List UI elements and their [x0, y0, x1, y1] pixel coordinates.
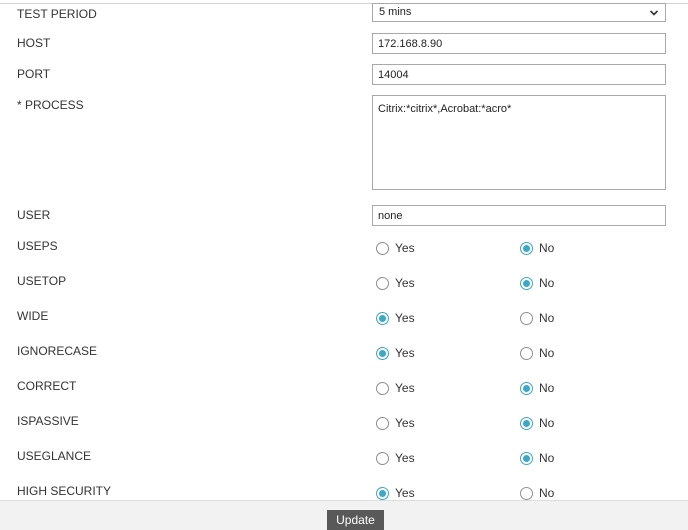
wide-yes-radio[interactable]: Yes — [376, 311, 415, 325]
radio-circle-icon[interactable] — [520, 241, 533, 255]
radio-option-label: No — [539, 486, 555, 500]
high-security-yes-radio[interactable]: Yes — [376, 486, 415, 500]
radio-circle-icon[interactable] — [520, 346, 533, 360]
radio-option-label: Yes — [395, 451, 415, 465]
correct-no-radio[interactable]: No — [520, 381, 554, 395]
radio-circle-icon[interactable] — [520, 416, 533, 430]
test-period-select[interactable]: 5 mins — [372, 3, 666, 22]
wide-label: WIDE — [17, 309, 49, 323]
useglance-label: USEGLANCE — [17, 449, 92, 463]
radio-circle-icon[interactable] — [376, 241, 389, 255]
radio-option-label: Yes — [395, 346, 415, 360]
radio-option-label: No — [539, 381, 555, 395]
ispassive-label: ISPASSIVE — [17, 414, 79, 428]
radio-circle-icon[interactable] — [376, 416, 389, 430]
wide-no-radio[interactable]: No — [520, 311, 554, 325]
host-input[interactable] — [372, 33, 666, 54]
radio-option-label: No — [539, 416, 555, 430]
update-button[interactable]: Update — [327, 510, 384, 530]
useglance-yes-radio[interactable]: Yes — [376, 451, 415, 465]
radio-option-label: Yes — [395, 416, 415, 430]
radio-circle-icon[interactable] — [376, 276, 389, 290]
useglance-no-radio[interactable]: No — [520, 451, 554, 465]
radio-circle-icon[interactable] — [376, 451, 389, 465]
correct-yes-radio[interactable]: Yes — [376, 381, 415, 395]
radio-circle-icon[interactable] — [520, 276, 533, 290]
port-label: PORT — [17, 67, 51, 81]
process-textarea[interactable]: Citrix:*citrix*,Acrobat:*acro* — [372, 95, 666, 190]
ignorecase-label: IGNORECASE — [17, 344, 98, 358]
radio-option-label: Yes — [395, 276, 415, 290]
port-input[interactable] — [372, 64, 666, 85]
correct-label: CORRECT — [17, 379, 77, 393]
radio-option-label: Yes — [395, 311, 415, 325]
high-security-label: HIGH SECURITY — [17, 484, 112, 498]
usetop-yes-radio[interactable]: Yes — [376, 276, 415, 290]
test-period-label: TEST PERIOD — [17, 7, 97, 21]
ispassive-no-radio[interactable]: No — [520, 416, 554, 430]
radio-circle-icon[interactable] — [520, 451, 533, 465]
radio-circle-icon[interactable] — [376, 311, 389, 325]
test-period-value: 5 mins — [379, 6, 412, 18]
user-input[interactable] — [372, 205, 666, 226]
host-label: HOST — [17, 36, 51, 50]
usetop-label: USETOP — [17, 274, 67, 288]
radio-option-label: Yes — [395, 486, 415, 500]
useps-no-radio[interactable]: No — [520, 241, 554, 255]
useps-yes-radio[interactable]: Yes — [376, 241, 415, 255]
radio-circle-icon[interactable] — [376, 486, 389, 500]
radio-option-label: No — [539, 346, 555, 360]
radio-circle-icon[interactable] — [520, 381, 533, 395]
radio-circle-icon[interactable] — [376, 346, 389, 360]
radio-circle-icon[interactable] — [520, 486, 533, 500]
useps-label: USEPS — [17, 239, 58, 253]
process-label: * PROCESS — [17, 98, 84, 112]
radio-option-label: No — [539, 276, 555, 290]
radio-option-label: No — [539, 241, 555, 255]
radio-option-label: Yes — [395, 381, 415, 395]
chevron-down-icon — [649, 10, 659, 16]
high-security-no-radio[interactable]: No — [520, 486, 554, 500]
radio-option-label: Yes — [395, 241, 415, 255]
radio-circle-icon[interactable] — [376, 381, 389, 395]
user-label: USER — [17, 208, 51, 222]
ignorecase-yes-radio[interactable]: Yes — [376, 346, 415, 360]
radio-option-label: No — [539, 451, 555, 465]
ignorecase-no-radio[interactable]: No — [520, 346, 554, 360]
radio-option-label: No — [539, 311, 555, 325]
usetop-no-radio[interactable]: No — [520, 276, 554, 290]
ispassive-yes-radio[interactable]: Yes — [376, 416, 415, 430]
radio-circle-icon[interactable] — [520, 311, 533, 325]
